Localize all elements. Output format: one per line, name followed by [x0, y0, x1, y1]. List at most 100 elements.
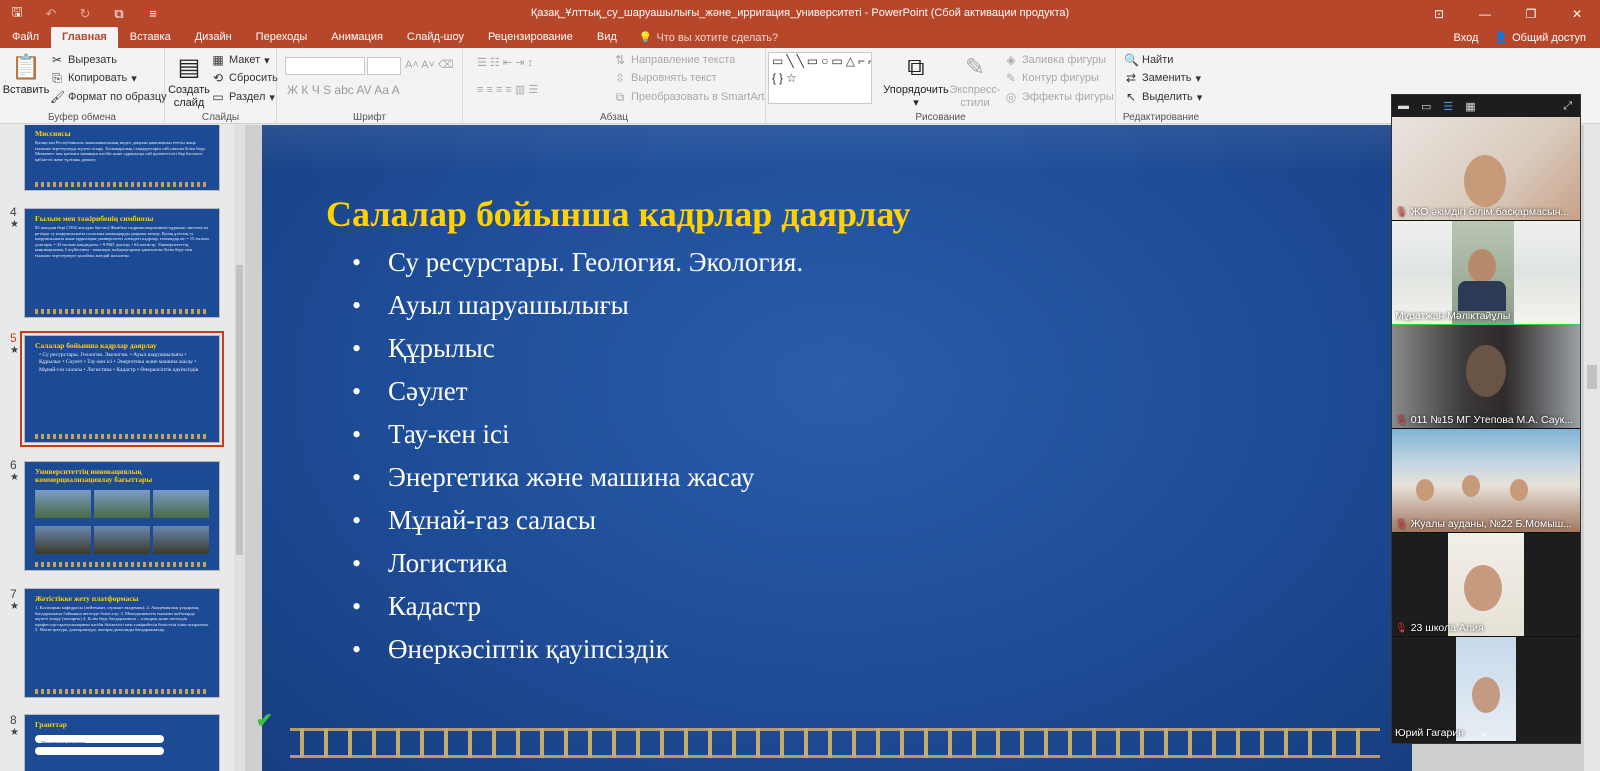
- close-button[interactable]: ✕: [1554, 0, 1600, 27]
- tab-home[interactable]: Главная: [51, 27, 118, 48]
- align-buttons[interactable]: ≡ ≡ ≡ ≡ ▥ ☰: [477, 83, 538, 96]
- participant-tile[interactable]: 🎙 Жуалы ауданы, №22 Б.Момыш...: [1392, 429, 1580, 533]
- search-icon: 🔍: [1124, 53, 1139, 67]
- participant-face: [1416, 479, 1434, 501]
- share-button[interactable]: 👤 Общий доступ: [1494, 31, 1586, 45]
- slide-thumbnail-3[interactable]: Миссиясы Қазақстан Республикасы экономик…: [24, 125, 220, 191]
- chevron-down-icon: ▾: [1196, 91, 1203, 104]
- expand-icon[interactable]: ⤢: [1563, 100, 1572, 113]
- start-from-beginning-icon[interactable]: ⧉: [102, 0, 136, 27]
- tab-insert[interactable]: Вставка: [118, 27, 183, 48]
- slide-number-4: 4: [10, 205, 17, 219]
- restore-button[interactable]: ❐: [1508, 0, 1554, 27]
- scrollbar-thumb[interactable]: [1587, 365, 1597, 389]
- speaker-view-icon[interactable]: ▭: [1421, 100, 1431, 113]
- participant-face: [1472, 677, 1500, 713]
- replace-button[interactable]: ⇄ Заменить ▾: [1124, 71, 1201, 85]
- tab-design[interactable]: Дизайн: [183, 27, 244, 48]
- new-slide-button[interactable]: ▤ Создать слайд: [168, 52, 210, 110]
- participant-face: [1464, 565, 1502, 611]
- gallery-view-icon[interactable]: ▦: [1465, 100, 1475, 113]
- cut-button[interactable]: ✂ Вырезать: [50, 53, 117, 67]
- shapes-gallery[interactable]: ▭╲╲▭○▭△⌐⌐⇨⇩◯⌇⌒ {}☆: [768, 52, 872, 104]
- participant-tile[interactable]: 🎙 011 №15 МГ Утепова М.А. Саук...: [1392, 325, 1580, 429]
- redo-icon[interactable]: ↻: [68, 0, 102, 27]
- share-label: Общий доступ: [1512, 31, 1586, 44]
- slide-thumbnail-7[interactable]: Жетістікке жету платформасы 1. Кәсіпорын…: [24, 588, 220, 698]
- group-editing: 🔍 Найти ⇄ Заменить ▾ ↖ Выделить ▾ Редакт…: [1116, 48, 1206, 124]
- slide-thumbnail-5[interactable]: Салалар бойынша кадрлар даярлау • Су рес…: [20, 331, 224, 447]
- list-buttons[interactable]: ☰ ☷ ⇤ ⇥ ↕: [477, 56, 533, 69]
- align-text-icon: ⇳: [614, 71, 626, 85]
- shape-fill-button[interactable]: ◈ Заливка фигуры: [1004, 53, 1106, 67]
- bullet-item: Кадастр: [352, 585, 803, 628]
- tab-file[interactable]: Файл: [0, 27, 51, 48]
- ribbon-display-options-icon[interactable]: ⊡: [1416, 0, 1462, 27]
- checkmark-icon: ✔: [256, 710, 273, 732]
- select-button[interactable]: ↖ Выделить ▾: [1124, 90, 1202, 104]
- align-text-button[interactable]: ⇳ Выровнять текст: [613, 71, 717, 85]
- person-icon: 👤: [1494, 32, 1509, 44]
- tell-me-search[interactable]: 💡 Что вы хотите сделать?: [629, 27, 778, 48]
- paste-button[interactable]: 📋 Вставить: [3, 52, 50, 97]
- font-name-select[interactable]: [285, 57, 365, 75]
- tab-animations[interactable]: Анимация: [319, 27, 395, 48]
- slide-title[interactable]: Салалар бойынша кадрлар даярлау: [326, 193, 911, 235]
- undo-icon[interactable]: ↶: [34, 0, 68, 27]
- slide-top-decoration: [262, 125, 1412, 173]
- text-direction-button[interactable]: ⇅ Направление текста: [613, 53, 735, 67]
- participant-tile[interactable]: 🎙 23 школа Алия: [1392, 533, 1580, 637]
- participant-tile[interactable]: Мұратжан Мәліктайұлы: [1392, 221, 1580, 325]
- section-button[interactable]: ▭ Раздел ▾: [211, 90, 275, 104]
- participant-tile[interactable]: Юрий Гагарин ⌄: [1392, 637, 1580, 741]
- participant-label: 🎙 ЖО әкімдігі білім басқармасын...: [1395, 206, 1570, 218]
- arrange-button[interactable]: ⧉ Упорядочить ▾: [883, 52, 948, 110]
- replace-icon: ⇄: [1125, 71, 1137, 85]
- shape-effects-button[interactable]: ◎ Эффекты фигуры: [1004, 90, 1114, 104]
- thumbnail-scrollbar[interactable]: [234, 125, 245, 771]
- scrollbar-thumb[interactable]: [236, 265, 243, 555]
- thumbnail-photos: [25, 522, 219, 558]
- animation-star-icon: ★: [10, 601, 19, 612]
- tab-slideshow[interactable]: Слайд-шоу: [395, 27, 476, 48]
- chevron-down-icon: ▾: [264, 54, 270, 67]
- minimize-icon[interactable]: ▬: [1398, 100, 1409, 112]
- format-painter-button[interactable]: 🖌 Формат по образцу: [50, 90, 167, 104]
- window-title: Қазақ_Ұлттық_су_шаруашылығы_және_ирригац…: [530, 7, 1070, 19]
- slide-thumbnail-6[interactable]: Университеттің инновациялық коммерциализ…: [24, 461, 220, 571]
- current-slide[interactable]: Салалар бойынша кадрлар даярлау Су ресур…: [262, 125, 1412, 771]
- font-size-select[interactable]: [367, 57, 401, 75]
- font-format-buttons[interactable]: Ж К Ч S abc AV Aa A: [287, 83, 400, 97]
- shape-outline-button[interactable]: ✎ Контур фигуры: [1004, 71, 1099, 85]
- participant-tile[interactable]: 🎙 ЖО әкімдігі білім басқармасын...: [1392, 117, 1580, 221]
- slide-thumbnail-8[interactable]: Гранттар Мемлекеттік тапсырыс: [24, 714, 220, 771]
- slide-number-5: 5: [10, 331, 17, 345]
- strip-view-icon[interactable]: ☰: [1443, 100, 1453, 113]
- scissors-icon: ✂: [51, 53, 63, 67]
- quick-styles-button[interactable]: ✎ Экспресс- стили: [948, 52, 1002, 110]
- group-label-paragraph: Абзац: [599, 112, 629, 123]
- sign-in-link[interactable]: Вход: [1454, 32, 1479, 44]
- smartart-icon: ⧉: [615, 90, 625, 104]
- copy-button[interactable]: ⎘ Копировать ▾: [50, 71, 137, 85]
- save-icon[interactable]: 🖫: [0, 0, 34, 27]
- tell-me-text: Что вы хотите сделать?: [656, 31, 779, 44]
- minimize-button[interactable]: —: [1462, 0, 1508, 27]
- tab-review[interactable]: Рецензирование: [476, 27, 585, 48]
- chevron-down-icon: ▾: [269, 91, 275, 104]
- customize-toolbar-icon[interactable]: ≡: [136, 0, 170, 27]
- chevron-down-icon[interactable]: ⌄: [1479, 725, 1489, 739]
- reset-button[interactable]: ⟲ Сбросить: [211, 71, 278, 85]
- slide-thumbnail-4[interactable]: Ғылым мен тәжірибенің симбиозы 85 жылдан…: [24, 208, 220, 318]
- font-size-controls[interactable]: A˄ A˅ ⌫: [405, 58, 454, 71]
- tab-view[interactable]: Вид: [585, 27, 629, 48]
- slide-bullet-list[interactable]: Су ресурстары. Геология. Экология. Ауыл …: [352, 241, 803, 671]
- find-button[interactable]: 🔍 Найти: [1124, 53, 1173, 67]
- quick-styles-icon: ✎: [964, 53, 986, 81]
- layout-button[interactable]: ▦ Макет ▾: [211, 53, 270, 67]
- participant-body: [1458, 281, 1506, 311]
- tab-transitions[interactable]: Переходы: [244, 27, 320, 48]
- group-label-clipboard: Буфер обмена: [48, 112, 116, 123]
- slide-scrollbar[interactable]: [1584, 125, 1600, 771]
- smartart-button[interactable]: ⧉ Преобразовать в SmartArt: [613, 90, 765, 104]
